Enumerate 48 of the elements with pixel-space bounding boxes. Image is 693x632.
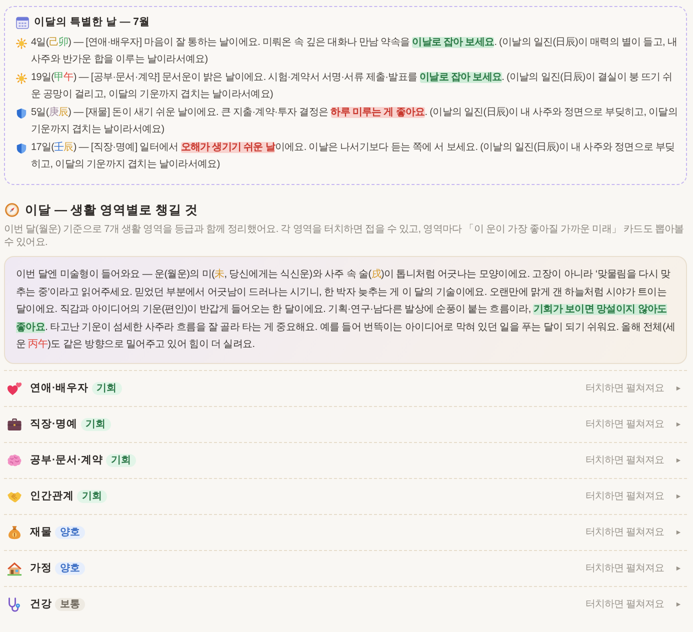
expand-hint: 터치하면 펼쳐져요 bbox=[586, 454, 664, 468]
area-title[interactable]: 직장·명예 bbox=[30, 417, 78, 432]
special-day-note: 17일(壬辰) — [직장·명예] 일터에서 오해가 생기기 쉬운 날이에요. 이날은 나서기보다 듣는 쪽에 서 보세요. (이날의 일진(日辰)이 내 사주와 정면으로 부딪히고, 이달의 기운까지 겹치는 날이라서예요) bbox=[31, 140, 676, 172]
calendar-icon bbox=[16, 16, 29, 28]
sun-icon bbox=[16, 38, 27, 49]
grade-badge: 양호 bbox=[55, 526, 85, 539]
briefcase-icon bbox=[7, 416, 22, 432]
area-title[interactable]: 재물 bbox=[30, 525, 52, 540]
caret-icon[interactable] bbox=[676, 494, 681, 499]
panel-title: 이달의 특별한 날 — 7월 bbox=[34, 15, 150, 30]
special-day-note: 5일(庚辰) — [재물] 돈이 새기 쉬운 날이에요. 큰 지출·계약·투자 결정은 하루 미루는 게 좋아요. (이날의 일진(日辰)이 내 사주와 정면으로 부딪히고, 이달의 기운까지 겹치는 날이라서예요) bbox=[31, 106, 678, 136]
caret-icon[interactable] bbox=[676, 422, 681, 427]
expand-hint: 터치하면 펼쳐져요 bbox=[586, 526, 664, 540]
grade-badge: 기회 bbox=[92, 382, 122, 395]
compass-icon bbox=[5, 203, 19, 217]
caret-icon[interactable] bbox=[676, 458, 681, 463]
special-day-note: 4일(己卯) — [연애·배우자] 마음이 잘 통하는 날이에요. 미뤄온 속 깊은 대화나 만남 약속을 이날로 잡아 보세요. (이날의 일진(日辰)이 매력의 별이 들고, 내 사주와 반가운 합을 이루는 날이라서예요) bbox=[31, 36, 678, 66]
special-day-note: 19일(甲午) — [공부·문서·계약] 문서운이 밝은 날이에요. 시험·계약서 서명·서류 제출·발표를 이날로 잡아 보세요. (이날의 일진(日辰)이 결실이 붕 뜨기 쉬운 공망이 걸리고, 이달의 기운까지 겹치는 날이라서예요) bbox=[31, 71, 674, 102]
grade-badge: 양호 bbox=[55, 562, 85, 575]
shield-icon bbox=[16, 108, 27, 119]
expand-hint: 터치하면 펼쳐져요 bbox=[586, 382, 664, 396]
brain-icon bbox=[7, 452, 22, 468]
caret-icon[interactable] bbox=[676, 566, 681, 571]
expand-hint: 터치하면 펼쳐져요 bbox=[586, 598, 664, 612]
grade-badge: 보통 bbox=[55, 598, 85, 611]
expand-hint: 터치하면 펼쳐져요 bbox=[586, 562, 664, 576]
section-subtitle: 이번 달(월운) 기준으로 7개 생활 영역을 등급과 함께 정리했어요. 각 영역을 터치하면 접을 수 있고, 영역마다 「이 운이 가장 좋아질 가까운 미래」 카드도 뽑아볼 수 있어요. bbox=[4, 223, 685, 249]
area-title[interactable]: 공부·문서·계약 bbox=[30, 453, 103, 468]
area-title[interactable]: 연애·배우자 bbox=[30, 381, 88, 396]
area-title[interactable]: 가정 bbox=[30, 561, 52, 576]
summary-text: 이번 달엔 미술형이 들어와요 — 운(월운)의 미(未, 당신에게는 식신운)와 사주 속 술(戌)이 톱니처럼 어긋나는 모양이에요. 고장이 아니라 ‘맞물림을 다시 맞추는 중’이라고 읽어주세요. 믿었던 부분에서 어긋남이 드러나는 시기니, 한 박자 늦추는 게 이 달의 기술이에요. 오랜만에 맑게 갠 하늘처럼 시야가 트이는 달이에요. 직감과 아이디어의 기운(편인)이 반갑게 들어오는 한 달이에요. 기획·연구·남다른 발상에 순풍이 붙는 흐름이라, 기회가 보이면 망설이지 않아도 좋아요. 타고난 기운이 섬세한 사주라 흐름을 잘 골라 타는 게 중요해요. 예를 들어 번뜩이는 아이디어로 막혀 있던 일을 푸는 달이 되기 쉬워요. 올해 전체(세운 丙午)도 같은 방향으로 밀어주고 있어 힘이 더 실려요. bbox=[16, 268, 676, 352]
shield-icon bbox=[16, 143, 27, 154]
grade-badge: 기회 bbox=[80, 418, 110, 431]
stethoscope-icon bbox=[7, 596, 22, 612]
section-heading: 이달 — 생활 영역별로 챙길 것 bbox=[25, 202, 198, 219]
grade-badge: 기회 bbox=[106, 454, 136, 467]
caret-icon[interactable] bbox=[676, 602, 681, 607]
grade-badge: 기회 bbox=[77, 490, 107, 503]
caret-icon[interactable] bbox=[676, 530, 681, 535]
expand-hint: 터치하면 펼쳐져요 bbox=[586, 418, 664, 432]
area-title[interactable]: 건강 bbox=[30, 597, 52, 612]
sun-icon bbox=[16, 73, 27, 84]
expand-hint: 터치하면 펼쳐져요 bbox=[586, 490, 664, 504]
caret-icon[interactable] bbox=[676, 386, 681, 391]
money-bag-icon bbox=[7, 524, 22, 540]
area-title[interactable]: 인간관계 bbox=[30, 489, 74, 504]
house-icon bbox=[7, 560, 22, 576]
hearts-icon bbox=[7, 380, 22, 396]
